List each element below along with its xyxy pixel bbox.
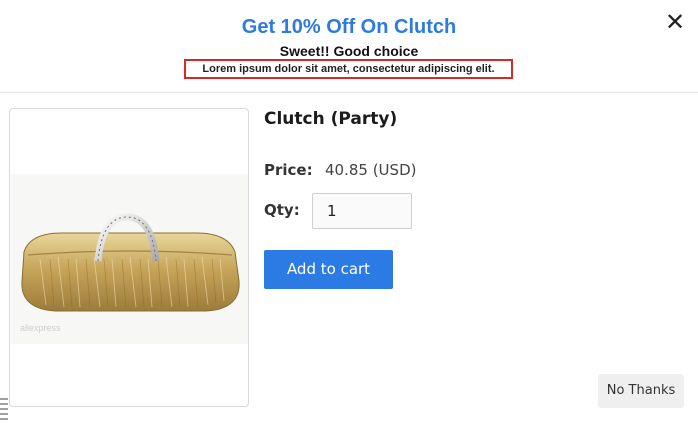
no-thanks-button[interactable]: No Thanks: [598, 374, 684, 408]
price-label: Price:: [264, 161, 313, 179]
price-value: 40.85 (USD): [325, 161, 417, 179]
product-name: Clutch (Party): [264, 109, 398, 129]
qty-label: Qty:: [264, 201, 300, 219]
add-to-cart-button[interactable]: Add to cart: [264, 250, 393, 289]
image-watermark: aliexpress: [20, 323, 61, 333]
product-image: aliexpress: [9, 108, 249, 407]
scroll-edge-marker: [0, 398, 8, 420]
promo-title: Get 10% Off On Clutch: [241, 16, 457, 38]
clutch-bag-image: aliexpress: [20, 213, 240, 333]
close-button[interactable]: ✕: [662, 11, 688, 37]
popup-header: Get 10% Off On Clutch Sweet!! Good choic…: [0, 0, 698, 93]
quantity-input[interactable]: 1: [312, 193, 412, 229]
promo-description: Lorem ipsum dolor sit amet, consectetur …: [184, 59, 513, 79]
close-icon: ✕: [664, 9, 686, 36]
promo-subtitle: Sweet!! Good choice: [279, 43, 419, 59]
